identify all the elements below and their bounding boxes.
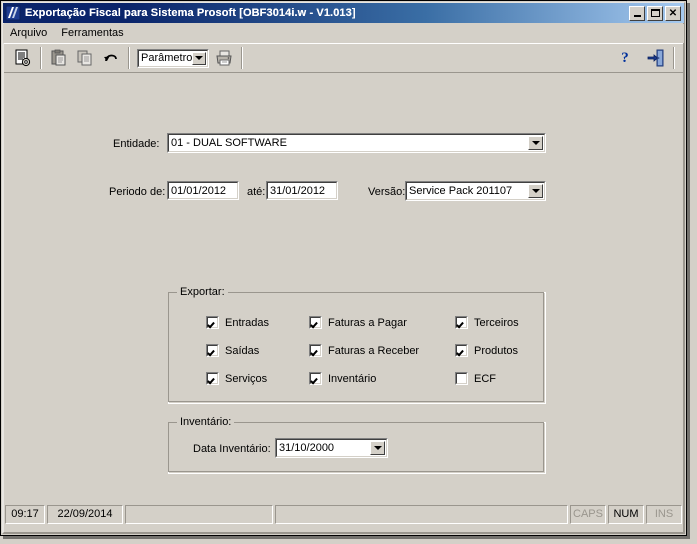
status-message-1 [125,504,273,524]
checkbox-entradas-box[interactable] [206,316,219,329]
checkbox-faturas-a-receber-box[interactable] [309,344,322,357]
data-inventario-combo[interactable]: 31/10/2000 [275,438,388,458]
chevron-down-glyph [373,446,382,450]
versao-combo[interactable]: Service Pack 201107 [405,181,546,201]
checkbox-faturas-a-receber[interactable]: Faturas a Receber [309,344,419,357]
close-icon: ✕ [668,7,678,19]
checkbox-inventario[interactable]: Inventário [309,372,376,385]
checkbox-faturas-a-pagar-box[interactable] [309,316,322,329]
form-client-area: Entidade: 01 - DUAL SOFTWARE Periodo de:… [4,74,683,497]
checkbox-entradas[interactable]: Entradas [206,316,269,329]
copy-icon[interactable] [73,46,97,70]
inventario-group-title: Inventário: [177,416,235,428]
checkbox-terceiros-label: Terceiros [474,316,519,329]
app-document-icon [5,5,21,21]
window-title: Exportação Fiscal para Sistema Prosoft [… [25,7,356,19]
checkbox-faturas-a-pagar[interactable]: Faturas a Pagar [309,316,407,329]
toolbar-separator-1 [40,47,42,69]
checkbox-saidas-box[interactable] [206,344,219,357]
checkbox-ecf[interactable]: ECF [455,372,496,385]
application-window: Exportação Fiscal para Sistema Prosoft [… [0,0,697,544]
menu-item-arquivo[interactable]: Arquivo [3,25,54,42]
exportar-group-title: Exportar: [177,286,228,298]
toolbar-separator-4 [673,47,675,69]
inventario-groupbox: Inventário: Data Inventário: 31/10/2000 [168,416,546,474]
parameters-combo[interactable]: Parâmetros [137,48,209,68]
status-date: 22/09/2014 [47,504,123,524]
maximize-icon [650,9,660,17]
checkbox-saidas[interactable]: Saídas [206,344,259,357]
checkbox-terceiros-box[interactable] [455,316,468,329]
data-inventario-value: 31/10/2000 [279,442,335,454]
close-button[interactable]: ✕ [665,5,681,21]
chevron-down-glyph [531,189,540,193]
versao-chevron-down-icon[interactable] [528,184,543,198]
periodo-de-label: Periodo de: [109,186,166,198]
minimize-icon [633,15,641,17]
periodo-ate-input[interactable]: 31/01/2012 [266,181,338,200]
status-message-2 [275,504,568,524]
help-button[interactable]: ? [613,46,637,70]
checkbox-saidas-label: Saídas [225,344,260,357]
checkbox-faturas-a-pagar-label: Faturas a Pagar [328,316,407,329]
checkbox-servicos[interactable]: Serviços [206,372,267,385]
print-icon[interactable] [212,46,236,70]
status-time: 09:17 [5,504,45,524]
checkbox-servicos-label: Serviços [225,372,268,385]
checkbox-ecf-box[interactable] [455,372,468,385]
chevron-down-glyph [195,56,203,60]
question-mark-icon: ? [621,49,629,66]
paste-icon[interactable] [47,46,71,70]
entidade-combo[interactable]: 01 - DUAL SOFTWARE [167,133,546,153]
menu-item-ferramentas[interactable]: Ferramentas [54,25,130,42]
toolbar-separator-3 [241,47,243,69]
versao-value: Service Pack 201107 [409,185,513,197]
checkbox-terceiros[interactable]: Terceiros [455,316,519,329]
checkbox-servicos-box[interactable] [206,372,219,385]
data-inventario-label: Data Inventário: [193,443,271,455]
report-settings-icon[interactable] [11,46,35,70]
status-bar: 09:17 22/09/2014 CAPS NUM INS [4,502,683,526]
checkbox-faturas-a-receber-label: Faturas a Receber [328,344,420,357]
checkbox-inventario-label: Inventário [328,372,377,385]
periodo-de-value: 01/01/2012 [171,184,227,197]
exportar-groupbox: Exportar: Entradas Saídas Serviços Fatur… [168,286,546,404]
entidade-chevron-down-icon[interactable] [528,136,543,150]
menu-bar: Arquivo Ferramentas [3,24,684,43]
periodo-de-input[interactable]: 01/01/2012 [167,181,239,200]
data-inventario-chevron-down-icon[interactable] [370,441,385,455]
title-bar[interactable]: Exportação Fiscal para Sistema Prosoft [… [3,3,684,23]
window-controls: ✕ [629,5,681,21]
parameters-combo-value: Parâmetros [141,52,198,64]
periodo-ate-label: até: [247,186,266,198]
undo-icon[interactable] [99,46,123,70]
maximize-button[interactable] [647,5,663,21]
status-indicator-ins: INS [646,504,682,524]
entidade-value: 01 - DUAL SOFTWARE [171,137,287,149]
chevron-down-icon[interactable] [192,51,206,65]
entidade-label: Entidade: [113,138,160,150]
checkbox-produtos-box[interactable] [455,344,468,357]
checkbox-inventario-box[interactable] [309,372,322,385]
checkbox-produtos-label: Produtos [474,344,519,357]
toolbar-separator-2 [128,47,130,69]
status-indicator-num: NUM [608,504,644,524]
toolbar-right-group: ? [612,46,683,70]
exit-icon[interactable] [644,46,668,70]
status-indicator-caps: CAPS [570,504,606,524]
periodo-ate-value: 31/01/2012 [270,184,326,197]
checkbox-entradas-label: Entradas [225,316,270,329]
versao-label: Versão: [368,186,406,198]
toolbar: Parâmetros ? [4,43,683,73]
minimize-button[interactable] [629,5,645,21]
checkbox-ecf-label: ECF [474,372,496,385]
toolbar-separator-start [6,47,8,69]
chevron-down-glyph [531,141,540,145]
checkbox-produtos[interactable]: Produtos [455,344,518,357]
